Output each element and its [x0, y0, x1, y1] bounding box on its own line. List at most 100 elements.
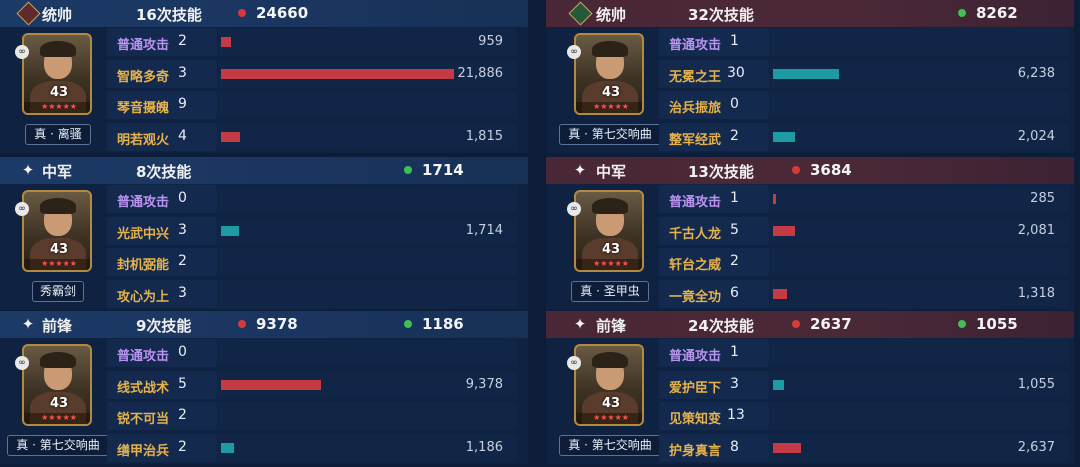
damage-total: 3684 [792, 161, 852, 179]
hero-portrait[interactable]: 43 ★★★★★ [22, 190, 92, 278]
skill-row: 无冕之王 30 6,238 [659, 60, 1080, 88]
skill-value: 1,186 [465, 440, 503, 455]
skill-bar-area [218, 185, 517, 213]
hero-level: 43 [49, 242, 69, 257]
skill-value: 21,886 [457, 66, 504, 81]
skill-cast-count: 2 [178, 253, 187, 269]
skill-bar-area [218, 339, 517, 367]
heal-total-value: 1714 [422, 161, 464, 179]
skill-count: 8次技能 [136, 163, 192, 181]
group-header: 统帅 16次技能 24660 [0, 0, 528, 27]
skill-value: 1,318 [1017, 286, 1055, 301]
hero-portrait[interactable]: 43 ★★★★★ [22, 33, 92, 121]
skill-row: 普通攻击 1 [659, 28, 1080, 56]
skill-cast-count: 2 [178, 407, 187, 423]
skill-cast-count: 2 [730, 128, 739, 144]
hero-name-tag: 秀霸剑 [32, 281, 84, 302]
heal-total: 8262 [958, 4, 1018, 22]
diamond-shape [15, 0, 41, 26]
basic-attack-label: 普通攻击 [117, 349, 170, 364]
skill-bar-area [770, 402, 1069, 430]
skill-value: 959 [478, 34, 503, 49]
star-rating-icon: ★★★★★ [24, 413, 90, 424]
hero-hair [592, 352, 628, 368]
skill-name: 明若观火 [117, 133, 170, 148]
skill-value: 9,378 [465, 377, 503, 392]
skill-bar-area: 1,186 [218, 434, 517, 462]
damage-bar [221, 37, 231, 47]
skill-cast-count: 0 [730, 96, 739, 112]
skill-count: 16次技能 [136, 6, 202, 24]
role-name: 中军 [596, 163, 627, 181]
skill-cast-count: 5 [730, 222, 739, 238]
skill-name: 无冕之王 [669, 70, 722, 85]
skill-count: 9次技能 [136, 317, 192, 335]
heal-bar [773, 132, 795, 142]
hero-portrait[interactable]: 43 ★★★★★ [574, 344, 644, 432]
hero-portrait[interactable]: 43 ★★★★★ [574, 33, 644, 121]
star-rating-icon: ★★★★★ [576, 413, 642, 424]
skill-label-cell: 千古人龙 5 [659, 217, 769, 245]
damage-total-value: 24660 [256, 4, 309, 22]
skill-name: 琴音摄魄 [117, 101, 170, 116]
basic-attack-label: 普通攻击 [669, 38, 722, 53]
damage-dot-icon [792, 166, 800, 174]
hero-level: 43 [601, 242, 621, 257]
skill-name: 护身真言 [669, 444, 722, 459]
skill-name: 治兵振旅 [669, 101, 722, 116]
skill-label-cell: 明若观火 4 [107, 123, 217, 151]
skill-bar-area: 21,886 [218, 60, 517, 88]
skill-label-cell: 普通攻击 1 [659, 339, 769, 367]
hero-hair [40, 352, 76, 368]
skill-cast-count: 3 [730, 376, 739, 392]
skill-label-cell: 普通攻击 2 [107, 28, 217, 56]
hero-name-tag: 真 · 离骚 [25, 124, 91, 145]
link-chain-icon: ∞ [15, 356, 29, 370]
skill-row: 锐不可当 2 [107, 402, 528, 430]
skill-name: 整军经武 [669, 133, 722, 148]
skill-row: 整军经武 2 2,024 [659, 123, 1080, 151]
damage-dot-icon [238, 9, 246, 17]
skill-name: 攻心为上 [117, 290, 170, 305]
skill-cast-count: 0 [178, 190, 187, 206]
basic-attack-label: 普通攻击 [117, 195, 170, 210]
hero-level: 43 [601, 85, 621, 100]
damage-dot-icon [792, 320, 800, 328]
heal-total: 1055 [958, 315, 1018, 333]
hero-avatar: 43 ★★★★★ [22, 33, 92, 115]
link-chain-icon: ∞ [15, 45, 29, 59]
diamond-green-icon [567, 0, 593, 26]
sparkle-glyph: ✦ [573, 161, 587, 179]
skill-count: 24次技能 [688, 317, 754, 335]
hero-portrait[interactable]: 43 ★★★★★ [574, 190, 644, 278]
role-name: 中军 [42, 163, 73, 181]
damage-total-value: 3684 [810, 161, 852, 179]
skill-row: 智略多奇 3 21,886 [107, 60, 528, 88]
skill-name: 光武中兴 [117, 227, 170, 242]
skill-count: 32次技能 [688, 6, 754, 24]
skill-cast-count: 13 [727, 407, 745, 423]
skill-name: 缮甲治兵 [117, 444, 170, 459]
damage-total: 9378 [238, 315, 298, 333]
skill-value: 1,714 [465, 223, 503, 238]
skill-label-cell: 缮甲治兵 2 [107, 434, 217, 462]
skill-count: 13次技能 [688, 163, 754, 181]
skill-name: 千古人龙 [669, 227, 722, 242]
skill-name: 锐不可当 [117, 412, 170, 427]
damage-bar [221, 380, 321, 390]
diamond-shape [567, 0, 593, 26]
hero-portrait[interactable]: 43 ★★★★★ [22, 344, 92, 432]
skill-row: 轩台之威 2 [659, 248, 1080, 276]
left-0-group-panel: 统帅 16次技能 24660 43 ★★★★★ ∞ 真 · 离骚 普通攻击 2 959 智略多奇 3 2… [0, 0, 528, 153]
basic-attack-label: 普通攻击 [669, 349, 722, 364]
skill-bar-area [218, 402, 517, 430]
skill-bar-area [218, 91, 517, 119]
skill-label-cell: 智略多奇 3 [107, 60, 217, 88]
skill-label-cell: 普通攻击 0 [107, 185, 217, 213]
skill-bar-area [218, 248, 517, 276]
group-header: ✦ 前锋 24次技能 2637 1055 [546, 311, 1074, 338]
skill-bar-area: 1,318 [770, 280, 1069, 308]
skill-label-cell: 一竟全功 6 [659, 280, 769, 308]
skill-cast-count: 30 [727, 65, 745, 81]
skill-row: 治兵振旅 0 [659, 91, 1080, 119]
